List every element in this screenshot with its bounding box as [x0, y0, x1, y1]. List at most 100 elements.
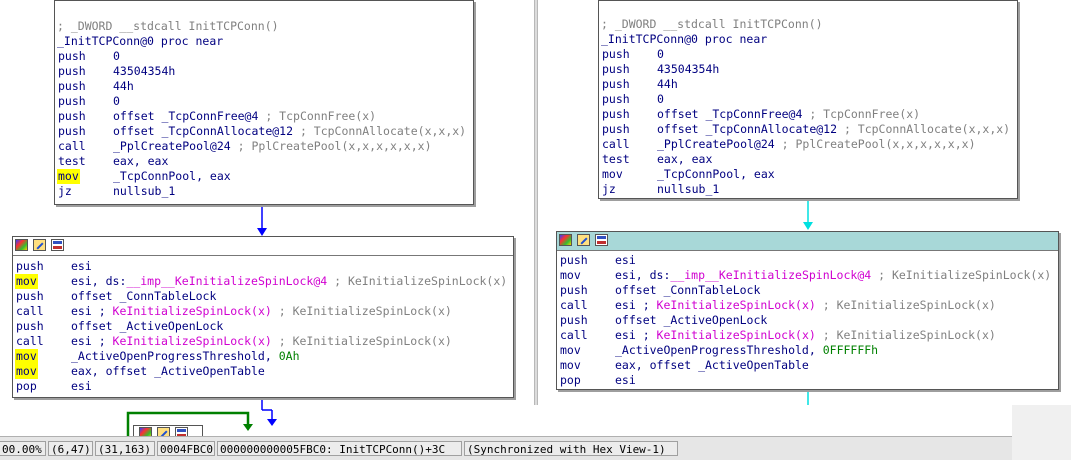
operand: offset _ConnTableLock [615, 283, 760, 298]
asm-line[interactable]: call esi ; KeInitializeSpinLock(x) ; KeIn… [559, 328, 1058, 343]
left-code-block-2[interactable]: push esi mov esi, ds:__imp__KeInitializeSpi… [12, 236, 514, 398]
comment: ; PplCreatePool(x,x,x,x,x,x) [230, 139, 432, 153]
group-nodes-icon[interactable] [51, 239, 64, 251]
group-nodes-icon[interactable] [175, 427, 188, 436]
asm-line[interactable]: push 43504354h [601, 62, 1017, 77]
immediate-value: 0FFFFFFh [822, 343, 879, 357]
operand-text: offset _TcpConnFree@4 [113, 109, 259, 123]
file-offset: 0004FBC0 [157, 441, 215, 456]
asm-line[interactable]: call _PplCreatePool@24 ; PplCreatePool(x,… [57, 139, 473, 154]
asm-line[interactable]: push offset _TcpConnAllocate@12 ; TcpConn… [57, 124, 473, 139]
asm-line[interactable]: push 0 [601, 47, 1017, 62]
immediate-value: 0Ah [278, 349, 300, 363]
operand: _PplCreatePool@24 ; PplCreatePool(x,x,x,… [113, 139, 432, 154]
asm-line[interactable]: push 44h [601, 77, 1017, 92]
asm-line[interactable]: call esi ; KeInitializeSpinLock(x) ; KeIn… [559, 298, 1058, 313]
rename-node-icon[interactable] [577, 234, 590, 246]
asm-line[interactable]: jz nullsub_1 [601, 182, 1017, 197]
mnemonic: mov [15, 274, 38, 289]
rename-node-icon[interactable] [33, 239, 46, 251]
loop-edge-arrowhead [243, 424, 253, 431]
operand: offset _ActiveOpenLock [615, 313, 767, 328]
asm-line[interactable]: push offset _ConnTableLock [559, 283, 1058, 298]
group-nodes-icon[interactable] [595, 234, 608, 246]
import-name: __imp__KeInitializeSpinLock@4 [126, 274, 328, 288]
comment: ; KeInitializeSpinLock(x) [871, 268, 1052, 282]
operand: offset _TcpConnFree@4 ; TcpConnFree(x) [657, 107, 920, 122]
mnemonic: jz [602, 182, 616, 196]
asm-line[interactable]: push esi [559, 253, 1058, 268]
asm-line[interactable]: mov _ActiveOpenProgressThreshold, 0FFFFFF… [559, 343, 1058, 358]
operand: offset _ActiveOpenLock [71, 319, 223, 334]
mnemonic: push [16, 259, 44, 273]
rename-node-icon[interactable] [157, 427, 170, 436]
asm-line[interactable]: pop esi [15, 379, 513, 394]
asm-line[interactable]: push offset _ActiveOpenLock [559, 313, 1058, 328]
left-code-block-1[interactable]: ; _DWORD __stdcall InitTCPConn() _InitTC… [54, 0, 474, 205]
operand: eax, offset _ActiveOpenTable [615, 358, 809, 373]
operand-text: esi ; [71, 304, 113, 318]
operand-text: 43504354h [657, 62, 720, 76]
asm-line[interactable]: mov eax, offset _ActiveOpenTable [15, 364, 513, 379]
asm-line[interactable]: mov _TcpConnPool, eax [601, 167, 1017, 182]
asm-line[interactable]: test eax, eax [57, 154, 473, 169]
comment: ; TcpConnFree(x) [258, 109, 377, 123]
left-code-block-3[interactable] [133, 425, 203, 436]
asm-line[interactable]: mov eax, offset _ActiveOpenTable [559, 358, 1058, 373]
operand: esi, ds:__imp__KeInitializeSpinLock@4 ; … [615, 268, 1051, 283]
operand: esi ; KeInitializeSpinLock(x) ; KeInitia… [615, 328, 996, 343]
operand: eax, eax [657, 152, 712, 167]
mnemonic: push [58, 109, 86, 123]
graph-color-icon[interactable] [139, 427, 152, 436]
asm-line[interactable]: push offset _TcpConnFree@4 ; TcpConnFree(… [601, 107, 1017, 122]
asm-line[interactable]: mov esi, ds:__imp__KeInitializeSpinLock@4… [559, 268, 1058, 283]
asm-line[interactable]: mov _TcpConnPool, eax [57, 169, 473, 184]
right-graph-view[interactable]: ; _DWORD __stdcall InitTCPConn() _InitTC… [538, 0, 1071, 405]
left-edge-out-arrowhead [267, 419, 277, 426]
asm-line[interactable]: push 0 [57, 49, 473, 64]
asm-line[interactable]: push 0 [601, 92, 1017, 107]
mnemonic: push [602, 62, 630, 76]
graph-color-icon[interactable] [15, 239, 28, 251]
asm-line[interactable]: pop esi [559, 373, 1058, 388]
operand-text: esi ; [615, 328, 657, 342]
mnemonic: push [58, 94, 86, 108]
operand-text: 0 [657, 47, 664, 61]
asm-line[interactable]: call esi ; KeInitializeSpinLock(x) ; KeIn… [15, 304, 513, 319]
asm-line[interactable]: push 44h [57, 79, 473, 94]
mnemonic: call [58, 139, 86, 153]
operand-text: _TcpConnPool, eax [113, 169, 231, 183]
mnemonic: call [16, 304, 44, 318]
asm-line[interactable]: push offset _TcpConnFree@4 ; TcpConnFree(… [57, 109, 473, 124]
asm-line[interactable]: test eax, eax [601, 152, 1017, 167]
mnemonic: push [602, 107, 630, 121]
right-code-block-1[interactable]: ; _DWORD __stdcall InitTCPConn() _InitTC… [598, 0, 1018, 199]
operand-text: 44h [657, 77, 678, 91]
asm-line[interactable]: push offset _TcpConnAllocate@12 ; TcpConn… [601, 122, 1017, 137]
asm-line[interactable]: jz nullsub_1 [57, 184, 473, 199]
right-code-block-2[interactable]: push esi mov esi, ds:__imp__KeInitializeSpi… [556, 231, 1059, 390]
asm-line[interactable]: push offset _ConnTableLock [15, 289, 513, 304]
asm-line[interactable]: push esi [15, 259, 513, 274]
operand: _PplCreatePool@24 ; PplCreatePool(x,x,x,… [657, 137, 976, 152]
function-header: ; _DWORD __stdcall InitTCPConn() [601, 17, 823, 31]
mnemonic: push [602, 47, 630, 61]
mnemonic: push [560, 283, 588, 297]
operand: esi [615, 373, 636, 388]
operand-text: 0 [113, 94, 120, 108]
operand-text: esi ; [615, 298, 657, 312]
asm-line[interactable]: call esi ; KeInitializeSpinLock(x) ; KeIn… [15, 334, 513, 349]
operand: offset _TcpConnAllocate@12 ; TcpConnAllo… [657, 122, 1010, 137]
asm-line[interactable]: push offset _ActiveOpenLock [15, 319, 513, 334]
asm-line[interactable]: mov esi, ds:__imp__KeInitializeSpinLock@4… [15, 274, 513, 289]
left-graph-view[interactable]: ; _DWORD __stdcall InitTCPConn() _InitTC… [0, 0, 534, 436]
right-empty-area [1012, 405, 1071, 460]
asm-line[interactable]: mov _ActiveOpenProgressThreshold, 0Ah [15, 349, 513, 364]
operand-text: 0 [113, 49, 120, 63]
mnemonic: pop [16, 379, 37, 393]
asm-line[interactable]: call _PplCreatePool@24 ; PplCreatePool(x,… [601, 137, 1017, 152]
asm-line[interactable]: push 0 [57, 94, 473, 109]
asm-line[interactable]: push 43504354h [57, 64, 473, 79]
graph-color-icon[interactable] [559, 234, 572, 246]
cursor-position: (6,47) [48, 441, 93, 456]
